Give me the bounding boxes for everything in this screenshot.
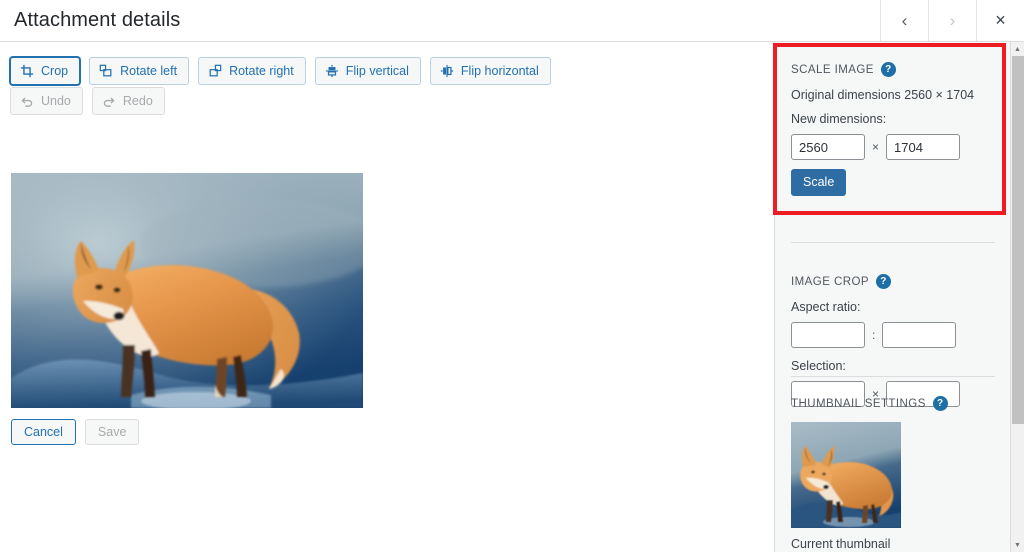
scale-button[interactable]: Scale xyxy=(791,169,847,196)
dialog-header: Attachment details ‹ › × xyxy=(0,0,1024,42)
undo-label: Undo xyxy=(41,93,71,108)
panel-divider-1 xyxy=(791,242,995,243)
image-history-toolbar: Undo Redo xyxy=(10,87,165,115)
original-dimensions-text: Original dimensions 2560 × 1704 xyxy=(791,88,975,102)
undo-icon xyxy=(20,94,34,108)
scale-image-title: SCALE IMAGE xyxy=(791,63,874,76)
flip-horizontal-label: Flip horizontal xyxy=(460,63,539,78)
save-button[interactable]: Save xyxy=(84,419,140,445)
scrollbar-up-arrow-icon[interactable]: ▲ xyxy=(1011,42,1024,56)
attachment-details-dialog: Attachment details ‹ › × Crop Rotate lef… xyxy=(0,0,1024,552)
scale-width-input[interactable] xyxy=(791,134,865,160)
scale-height-input[interactable] xyxy=(886,134,961,160)
redo-button[interactable]: Redo xyxy=(91,87,165,115)
flip-vertical-label: Flip vertical xyxy=(345,63,409,78)
attachment-settings-sidebar: SCALE IMAGE ? Original dimensions 2560 ×… xyxy=(774,42,1010,552)
redo-label: Redo xyxy=(122,93,153,108)
rotate-right-button[interactable]: Rotate right xyxy=(198,57,306,85)
chevron-left-icon: ‹ xyxy=(901,10,908,30)
current-thumbnail-image[interactable] xyxy=(791,422,901,528)
chevron-right-icon: › xyxy=(949,10,956,30)
flip-horizontal-button[interactable]: Flip horizontal xyxy=(429,57,551,85)
scrollbar-thumb[interactable] xyxy=(1012,56,1024,424)
editor-action-buttons: Cancel Save xyxy=(11,419,140,445)
aspect-ratio-label: Aspect ratio: xyxy=(791,300,861,314)
selection-label: Selection: xyxy=(791,359,846,373)
crop-button[interactable]: Crop xyxy=(10,57,81,85)
page-title: Attachment details xyxy=(14,9,181,31)
image-preview-container[interactable] xyxy=(11,173,363,408)
thumbnail-settings-heading: THUMBNAIL SETTINGS ? xyxy=(791,396,995,411)
previous-attachment-button[interactable]: ‹ xyxy=(880,0,928,41)
image-editor-pane: Crop Rotate left Rotate right Flip verti… xyxy=(0,42,774,552)
image-crop-help-icon[interactable]: ? xyxy=(875,274,891,289)
image-crop-heading: IMAGE CROP ? xyxy=(791,274,995,289)
crop-label: Crop xyxy=(41,63,69,78)
cancel-button[interactable]: Cancel xyxy=(11,419,76,445)
thumbnail-caption: Current thumbnail xyxy=(791,537,891,551)
redo-icon xyxy=(102,94,116,108)
scale-image-panel: SCALE IMAGE ? Original dimensions 2560 ×… xyxy=(775,62,1010,196)
scrollbar-down-arrow-icon[interactable]: ▼ xyxy=(1011,538,1024,552)
undo-button[interactable]: Undo xyxy=(10,87,83,115)
panel-divider-2 xyxy=(791,376,995,377)
thumbnail-settings-title: THUMBNAIL SETTINGS xyxy=(791,397,926,410)
rotate-left-button[interactable]: Rotate left xyxy=(89,57,190,85)
dimension-times-symbol: × xyxy=(872,140,880,154)
image-crop-title: IMAGE CROP xyxy=(791,275,869,288)
aspect-ratio-separator: : xyxy=(872,328,876,342)
rotate-left-label: Rotate left xyxy=(120,63,178,78)
new-dimensions-fields: × xyxy=(791,134,995,160)
rotate-right-label: Rotate right xyxy=(229,63,294,78)
aspect-ratio-height-input[interactable] xyxy=(882,322,957,348)
rotate-left-icon xyxy=(99,64,113,78)
aspect-ratio-fields: : xyxy=(791,322,995,348)
sidebar-scrollbar[interactable]: ▲ ▼ xyxy=(1010,42,1024,552)
rotate-right-icon xyxy=(208,64,222,78)
header-nav-buttons: ‹ › × xyxy=(880,0,1024,41)
image-crop-panel: IMAGE CROP ? Aspect ratio: : Selection: … xyxy=(775,274,1010,407)
flip-horizontal-icon xyxy=(440,64,454,78)
flip-vertical-button[interactable]: Flip vertical xyxy=(314,57,421,85)
new-dimensions-label: New dimensions: xyxy=(791,112,887,126)
aspect-ratio-width-input[interactable] xyxy=(791,322,865,348)
scale-image-help-icon[interactable]: ? xyxy=(880,62,896,77)
close-icon: × xyxy=(995,10,1006,30)
thumbnail-settings-panel: THUMBNAIL SETTINGS ? Current thumbnail xyxy=(775,396,1010,551)
crop-icon xyxy=(20,64,34,78)
next-attachment-button[interactable]: › xyxy=(928,0,976,41)
thumbnail-settings-help-icon[interactable]: ? xyxy=(932,396,948,411)
attachment-image[interactable] xyxy=(11,173,363,408)
image-edit-toolbar: Crop Rotate left Rotate right Flip verti… xyxy=(10,57,551,85)
close-dialog-button[interactable]: × xyxy=(976,0,1024,41)
thumbnail-preview-container[interactable] xyxy=(791,422,995,528)
flip-vertical-icon xyxy=(325,64,339,78)
scale-image-heading: SCALE IMAGE ? xyxy=(791,62,995,77)
